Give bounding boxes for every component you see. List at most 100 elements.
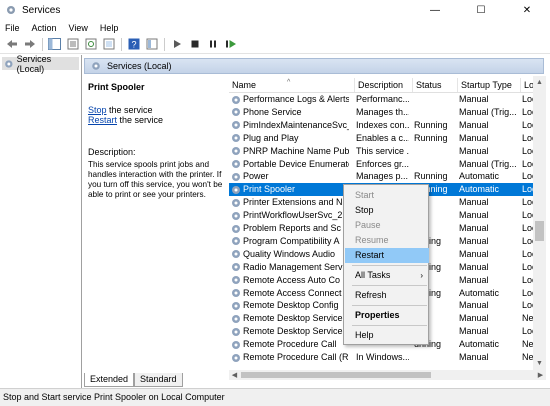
table-row[interactable]: Performance Logs & Alerts Performanc... Ma… [229, 93, 541, 106]
service-name-text: Phone Service [243, 106, 302, 117]
service-name-cell: PimIndexMaintenanceSvc_2... [231, 119, 349, 132]
context-menu-separator [352, 285, 427, 286]
table-row[interactable]: PimIndexMaintenanceSvc_2... Indexes con..… [229, 119, 541, 132]
extended-description-pane: Print Spooler Stop the service Restart t… [84, 76, 227, 371]
service-name-cell: Remote Desktop Config [231, 299, 349, 312]
service-gear-icon [232, 237, 240, 246]
export-list-icon [103, 38, 114, 50]
context-menu-properties[interactable]: Properties [345, 308, 429, 323]
table-row[interactable]: Remote Procedure Call (RPC)... In Windows… [229, 351, 541, 364]
properties-toolbar-button[interactable] [65, 37, 80, 52]
service-gear-icon [232, 198, 240, 207]
service-name-cell: PrintWorkflowUserSvc_2 [231, 209, 349, 222]
description-text: This service spools print jobs and handl… [88, 160, 223, 199]
service-name-text: PNRP Machine Name Publi... [243, 145, 349, 156]
service-name-cell: Performance Logs & Alerts [231, 93, 349, 106]
restart-service-link[interactable]: Restart [88, 115, 117, 125]
context-menu-stop[interactable]: Stop [345, 203, 429, 218]
context-menu-all-tasks[interactable]: All Tasks › [345, 268, 429, 283]
service-name-text: Printer Extensions and N [243, 197, 343, 208]
stop-service-button[interactable] [187, 37, 202, 52]
horizontal-scroll-thumb[interactable] [241, 372, 431, 378]
service-name-cell: Print Spooler [231, 183, 349, 196]
services-panel: Services (Local) Print Spooler Stop the … [84, 55, 550, 390]
stop-link-suffix: the service [106, 105, 153, 115]
service-startup-type-cell: Automatic [459, 184, 500, 195]
table-row[interactable]: Plug and Play Enables a c... Running Manual… [229, 132, 541, 145]
vertical-scroll-thumb[interactable] [535, 221, 544, 241]
table-row[interactable]: PNRP Machine Name Publi... This service .… [229, 145, 541, 158]
menu-bar: File Action View Help [0, 20, 550, 35]
show-hide-tree-button[interactable] [47, 37, 62, 52]
service-description-cell: Manages th... [356, 106, 409, 117]
close-button[interactable]: ✕ [504, 0, 550, 20]
menu-view[interactable]: View [69, 23, 88, 33]
service-gear-icon [232, 147, 240, 156]
service-name-text: Problem Reports and Sc [243, 223, 342, 233]
forward-button[interactable] [22, 37, 37, 52]
context-menu-pause[interactable]: Pause [345, 218, 429, 233]
minimize-button[interactable]: — [412, 0, 458, 20]
scroll-left-icon[interactable]: ◀ [229, 370, 240, 380]
service-name-cell: Problem Reports and Sc [231, 222, 349, 235]
service-name-cell: Portable Device Enumerator... [231, 158, 349, 171]
table-row[interactable]: Phone Service Manages th... Manual (Trig..… [229, 106, 541, 119]
table-row[interactable]: Power Manages p... Running Automatic Loc [229, 170, 541, 183]
vertical-scrollbar[interactable]: ▲ ▼ [533, 76, 546, 370]
view-tabs: Extended Standard [84, 373, 183, 387]
stop-service-link[interactable]: Stop [88, 105, 107, 115]
menu-action[interactable]: Action [32, 23, 57, 33]
service-status-cell: Running [414, 132, 448, 143]
column-header-startup-type[interactable]: Startup Type [457, 78, 520, 92]
service-description-cell: Manages p... [356, 171, 409, 182]
service-name-text: Quality Windows Audio [243, 248, 336, 259]
scroll-right-icon[interactable]: ▶ [535, 370, 546, 380]
service-gear-icon [232, 276, 240, 285]
properties-icon [67, 38, 78, 50]
restart-service-button[interactable] [223, 37, 238, 52]
column-header-description[interactable]: Description [354, 78, 412, 92]
console-tree: Services (Local) [0, 54, 82, 390]
context-menu-start[interactable]: Start [345, 188, 429, 203]
service-startup-type-cell: Manual [459, 119, 489, 130]
context-menu-restart[interactable]: Restart [345, 248, 429, 263]
column-header-name[interactable]: Name ^ [229, 78, 354, 92]
context-menu-resume[interactable]: Resume [345, 233, 429, 248]
menu-help[interactable]: Help [100, 23, 119, 33]
horizontal-scrollbar[interactable]: ◀ ▶ [229, 370, 546, 380]
service-name-text: Remote Procedure Call (RPC)... [243, 352, 349, 362]
menu-file[interactable]: File [5, 23, 20, 33]
maximize-button[interactable]: ☐ [458, 0, 504, 20]
tree-item-services-local[interactable]: Services (Local) [2, 54, 79, 74]
pause-service-button[interactable] [205, 37, 220, 52]
service-gear-icon [232, 121, 240, 130]
service-name-cell: Program Compatibility A [231, 235, 349, 248]
context-menu-refresh[interactable]: Refresh [345, 288, 429, 303]
service-name-text: Remote Desktop Config [243, 300, 339, 311]
help-toolbar-button[interactable]: ? [126, 37, 141, 52]
tab-standard[interactable]: Standard [134, 373, 183, 387]
service-gear-icon [232, 211, 240, 220]
refresh-toolbar-button[interactable] [83, 37, 98, 52]
tab-extended[interactable]: Extended [84, 373, 135, 387]
export-list-button[interactable] [101, 37, 116, 52]
column-header-status[interactable]: Status [412, 78, 457, 92]
table-row[interactable]: Portable Device Enumerator... Enforces gr… [229, 158, 541, 171]
service-name-text: Program Compatibility A [243, 235, 340, 246]
start-service-button[interactable] [169, 37, 184, 52]
service-name-text: PrintWorkflowUserSvc_2 [243, 210, 343, 221]
back-arrow-icon [6, 40, 17, 48]
scroll-down-icon[interactable]: ▼ [533, 357, 546, 370]
description-label: Description: [88, 147, 136, 157]
pause-icon [209, 40, 216, 48]
service-name-cell: Quality Windows Audio [231, 248, 349, 261]
view-toolbar-button[interactable] [144, 37, 159, 52]
service-description-cell: In Windows... [356, 352, 409, 362]
back-button[interactable] [4, 37, 19, 52]
context-menu-help[interactable]: Help [345, 328, 429, 343]
service-startup-type-cell: Manual [459, 313, 489, 324]
svg-text:?: ? [131, 40, 136, 50]
scroll-up-icon[interactable]: ▲ [533, 76, 546, 89]
service-startup-type-cell: Manual [459, 145, 489, 156]
tree-item-label: Services (Local) [16, 53, 52, 74]
